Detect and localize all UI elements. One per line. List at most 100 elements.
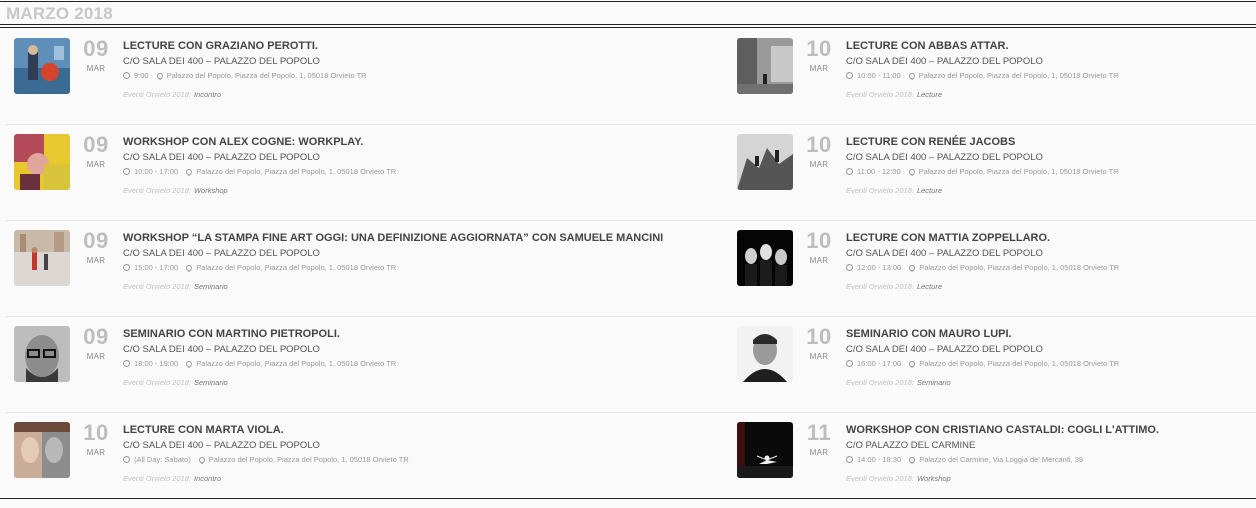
map-pin-icon [907, 167, 916, 176]
event-title-link[interactable]: LECTURE CON GRAZIANO PEROTTI. [123, 40, 725, 53]
category-label: Eventi Orvieto 2018: [123, 378, 191, 387]
event-title-link[interactable]: LECTURE CON ABBAS ATTAR. [846, 40, 1252, 53]
event-thumbnail[interactable] [737, 326, 793, 382]
category-link[interactable]: Workshop [917, 474, 951, 483]
event-item: 10 MAR LECTURE CON MARTA VIOLA. C/O SALA… [6, 413, 729, 508]
event-meta: (All Day: Sabato) Palazzo del Popolo, Pi… [123, 455, 725, 464]
event-body: SEMINARIO CON MAURO LUPI. C/O SALA DEI 4… [846, 328, 1252, 387]
event-body: SEMINARIO CON MARTINO PIETROPOLI. C/O SA… [123, 328, 725, 387]
category-label: Eventi Orvieto 2018: [846, 282, 914, 291]
event-address[interactable]: Palazzo del Carmine, Via Loggia de' Merc… [919, 455, 1083, 464]
event-date: 11 MAR [800, 422, 838, 458]
event-thumbnail[interactable] [737, 422, 793, 478]
event-meta: 15:00 - 17:00 Palazzo del Popolo, Piazza… [123, 263, 725, 272]
category-link[interactable]: Seminario [194, 378, 228, 387]
event-body: LECTURE CON MARTA VIOLA. C/O SALA DEI 40… [123, 424, 725, 483]
event-title-link[interactable]: SEMINARIO CON MAURO LUPI. [846, 328, 1252, 341]
category-link[interactable]: Lecture [917, 90, 942, 99]
event-meta: 12:00 - 13:00 Palazzo del Popolo, Piazza… [846, 263, 1252, 272]
category-link[interactable]: Lecture [917, 186, 942, 195]
events-column-left: 09 MAR LECTURE CON GRAZIANO PEROTTI. C/O… [6, 29, 729, 508]
event-day: 09 [83, 228, 109, 253]
event-address[interactable]: Palazzo del Popolo, Piazza del Popolo, 1… [196, 167, 396, 176]
event-title-link[interactable]: SEMINARIO CON MARTINO PIETROPOLI. [123, 328, 725, 341]
clock-icon [123, 360, 130, 367]
event-body: LECTURE CON ABBAS ATTAR. C/O SALA DEI 40… [846, 40, 1252, 99]
event-body: LECTURE CON RENÉE JACOBS C/O SALA DEI 40… [846, 136, 1252, 195]
event-day: 10 [83, 420, 109, 445]
event-month: MAR [86, 160, 106, 169]
event-categories: Eventi Orvieto 2018: Seminario [846, 378, 1252, 387]
event-item: 09 MAR WORKSHOP CON ALEX COGNE: WORKPLAY… [6, 125, 729, 221]
category-link[interactable]: Incontro [194, 90, 221, 99]
event-day: 09 [83, 36, 109, 61]
event-time: 10:00 - 11:00 [857, 71, 901, 80]
clock-icon [123, 72, 130, 79]
event-day: 10 [806, 132, 832, 157]
event-thumbnail[interactable] [14, 422, 70, 478]
event-categories: Eventi Orvieto 2018: Seminario [123, 282, 725, 291]
event-month: MAR [86, 352, 106, 361]
event-venue: C/O SALA DEI 400 – PALAZZO DEL POPOLO [846, 344, 1043, 355]
event-date: 09 MAR [77, 228, 115, 266]
event-address[interactable]: Palazzo del Popolo, Piazza del Popolo, 1… [919, 263, 1119, 272]
event-address[interactable]: Palazzo del Popolo, Piazza del Popolo, 1… [196, 359, 396, 368]
event-thumbnail[interactable] [14, 38, 70, 94]
event-thumbnail[interactable] [14, 326, 70, 382]
category-link[interactable]: Incontro [194, 474, 221, 483]
event-title-link[interactable]: WORKSHOP “LA STAMPA FINE ART OGGI: UNA D… [123, 232, 725, 245]
event-time: 18:00 - 19:00 [134, 359, 179, 368]
category-label: Eventi Orvieto 2018: [123, 90, 191, 99]
event-title-link[interactable]: LECTURE CON MATTIA ZOPPELLARO. [846, 232, 1252, 245]
event-venue: C/O SALA DEI 400 – PALAZZO DEL POPOLO [846, 248, 1043, 259]
event-categories: Eventi Orvieto 2018: Lecture [846, 186, 1252, 195]
event-categories: Eventi Orvieto 2018: Incontro [123, 474, 725, 483]
event-address[interactable]: Palazzo del Popolo, Piazza del Popolo, 1… [209, 455, 409, 464]
map-pin-icon [907, 263, 917, 272]
map-pin-icon [907, 71, 916, 80]
event-title-link[interactable]: WORKSHOP CON ALEX COGNE: WORKPLAY. [123, 136, 725, 149]
event-body: LECTURE CON GRAZIANO PEROTTI. C/O SALA D… [123, 40, 725, 99]
event-title-link[interactable]: LECTURE CON MARTA VIOLA. [123, 424, 725, 437]
event-thumbnail[interactable] [737, 230, 793, 286]
category-link[interactable]: Seminario [194, 282, 228, 291]
event-thumbnail[interactable] [737, 38, 793, 94]
event-venue: C/O PALAZZO DEL CARMINE [846, 440, 976, 451]
event-month: MAR [809, 256, 829, 265]
event-meta: 10:00 - 17:00 Palazzo del Popolo, Piazza… [123, 167, 725, 176]
event-title-link[interactable]: LECTURE CON RENÉE JACOBS [846, 136, 1252, 149]
event-month: MAR [86, 64, 106, 73]
category-label: Eventi Orvieto 2018: [846, 90, 914, 99]
event-month: MAR [86, 256, 106, 265]
event-thumbnail[interactable] [14, 230, 70, 286]
event-date: 10 MAR [800, 38, 838, 74]
event-item: 11 MAR WORKSHOP CON CRISTIANO CASTALDI: … [729, 413, 1256, 508]
clock-icon [123, 456, 130, 463]
clock-icon [846, 360, 853, 367]
event-day: 10 [806, 324, 832, 349]
event-date: 10 MAR [800, 228, 838, 266]
event-address[interactable]: Palazzo del Popolo, Piazza del Popolo, 1… [919, 71, 1119, 80]
event-address[interactable]: Palazzo del Popolo, Piazza del Popolo, 1… [196, 263, 396, 272]
event-address[interactable]: Palazzo del Popolo, Piazza del Popolo, 1… [919, 359, 1119, 368]
category-link[interactable]: Lecture [917, 282, 942, 291]
event-categories: Eventi Orvieto 2018: Workshop [846, 474, 1252, 483]
event-day: 10 [806, 228, 832, 253]
event-thumbnail[interactable] [737, 134, 793, 190]
event-venue: C/O SALA DEI 400 – PALAZZO DEL POPOLO [846, 152, 1043, 163]
category-link[interactable]: Workshop [194, 186, 228, 195]
clock-icon [846, 168, 853, 175]
event-title-link[interactable]: WORKSHOP CON CRISTIANO CASTALDI: COGLI L… [846, 424, 1252, 437]
category-link[interactable]: Seminario [917, 378, 951, 387]
event-body: LECTURE CON MATTIA ZOPPELLARO. C/O SALA … [846, 232, 1252, 291]
event-address[interactable]: Palazzo del Popolo, Piazza del Popolo, 1… [167, 71, 367, 80]
event-thumbnail[interactable] [14, 134, 70, 190]
event-day: 09 [83, 324, 109, 349]
event-categories: Eventi Orvieto 2018: Lecture [846, 90, 1252, 99]
map-pin-icon [184, 359, 194, 368]
event-address[interactable]: Palazzo del Popolo, Piazza del Popolo, 1… [919, 167, 1119, 176]
event-meta: 9:00 Palazzo del Popolo, Piazza del Popo… [123, 71, 725, 80]
map-pin-icon [197, 455, 206, 464]
clock-icon [846, 456, 853, 463]
event-time: 11:00 - 12:00 [857, 167, 901, 176]
